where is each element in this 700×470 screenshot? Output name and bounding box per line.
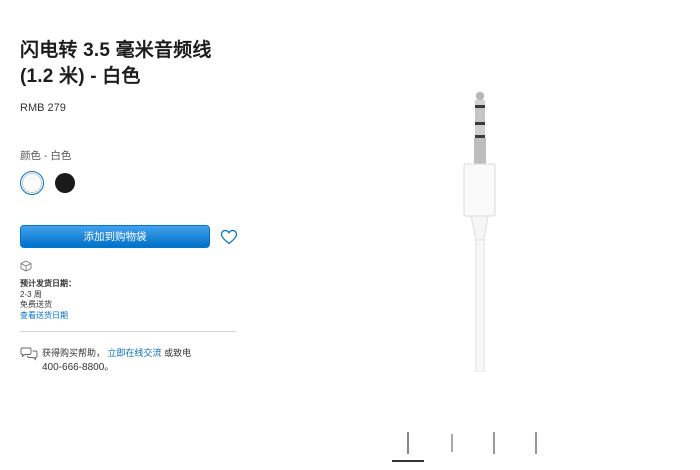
- cable: [475, 239, 485, 372]
- help-text: 获得购买帮助， 立即在线交流 或致电 400-666-8800。: [42, 346, 191, 375]
- heart-icon[interactable]: [220, 229, 238, 245]
- strain-relief: [470, 215, 489, 241]
- color-label: 颜色 - 白色: [20, 150, 72, 162]
- thumbnail-4[interactable]: [522, 428, 550, 458]
- cart-row: 添加到购物袋: [20, 225, 240, 248]
- add-to-bag-button[interactable]: 添加到购物袋: [20, 225, 210, 248]
- box-icon: [20, 260, 32, 272]
- product-info-panel: 闪电转 3.5 毫米音频线 (1.2 米) - 白色 RMB 279 颜色 - …: [20, 38, 240, 375]
- help-phone: 400-666-8800。: [42, 362, 115, 373]
- product-title-line1: 闪电转 3.5 毫米音频线: [20, 40, 212, 61]
- color-swatch-black[interactable]: [53, 171, 77, 195]
- check-delivery-link[interactable]: 查看送货日期: [20, 311, 68, 320]
- thumbnail-2[interactable]: [438, 428, 466, 458]
- help-prefix: 获得购买帮助，: [42, 348, 106, 358]
- product-image: [463, 92, 496, 372]
- plug-tip: [476, 92, 484, 100]
- live-chat-link[interactable]: 立即在线交流: [108, 348, 162, 358]
- help-section: 获得购买帮助， 立即在线交流 或致电 400-666-8800。: [20, 346, 240, 375]
- shipping-label: 预计发货日期：: [20, 279, 76, 288]
- divider: [20, 331, 236, 332]
- black-swatch-dot: [55, 173, 75, 193]
- free-shipping: 免费送货: [20, 300, 52, 309]
- product-price: RMB 279: [20, 102, 66, 114]
- plug-housing: [463, 163, 496, 217]
- thumbnail-selected-indicator: [392, 460, 424, 462]
- white-swatch-dot: [22, 173, 42, 193]
- plug-sleeve: [474, 138, 486, 164]
- thumbnail-strip: [392, 428, 552, 464]
- thumbnail-1[interactable]: [394, 428, 422, 458]
- color-swatches: [20, 171, 240, 195]
- shipping-time: 2-3 周: [20, 289, 42, 299]
- product-title-line2: (1.2 米) - 白色: [20, 66, 141, 87]
- shipping-info: 预计发货日期： 2-3 周 免费送货 查看送货日期: [20, 279, 240, 321]
- thumbnail-3[interactable]: [480, 428, 508, 458]
- color-swatch-white[interactable]: [20, 171, 44, 195]
- product-title: 闪电转 3.5 毫米音频线 (1.2 米) - 白色: [20, 38, 240, 90]
- help-suffix: 或致电: [164, 348, 192, 358]
- chat-bubbles-icon: [20, 347, 38, 361]
